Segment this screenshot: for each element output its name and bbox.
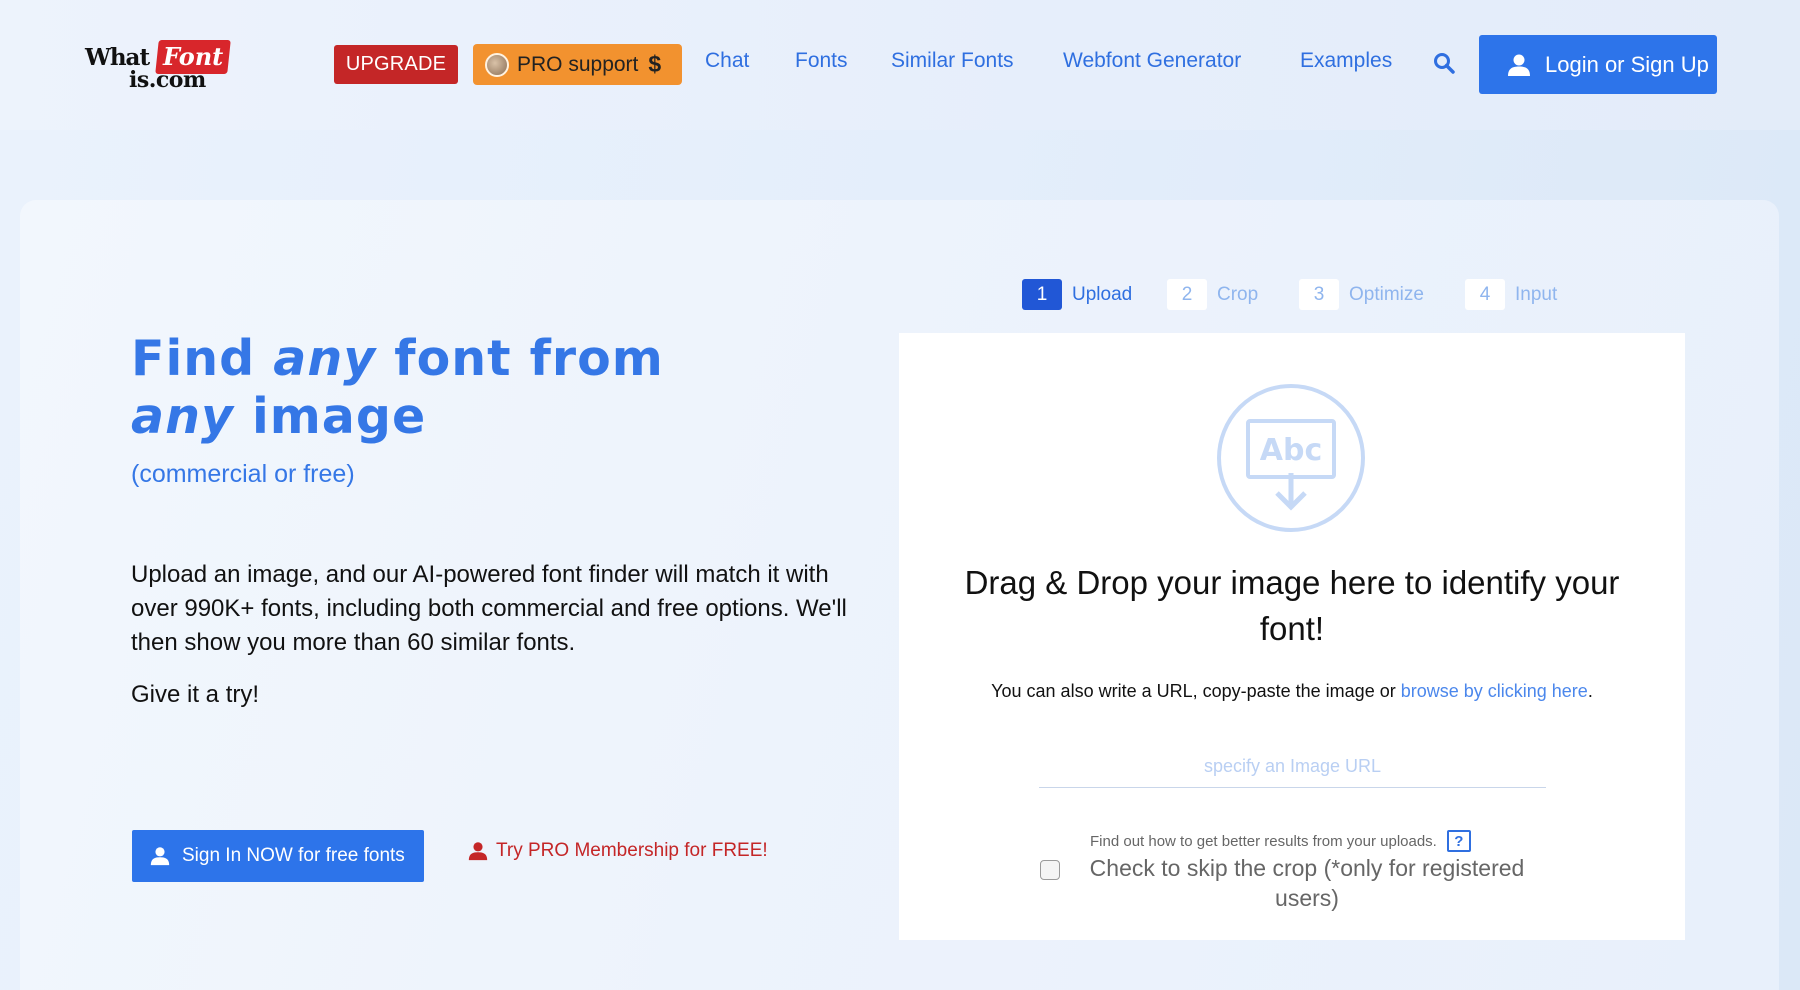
user-icon: [468, 842, 488, 861]
site-header: What Font is.com UPGRADE PRO support $ C…: [0, 0, 1800, 130]
signin-label: Sign In NOW for free fonts: [182, 845, 405, 866]
upgrade-button[interactable]: UPGRADE: [334, 45, 458, 84]
hero-description: Upload an image, and our AI-powered font…: [131, 561, 847, 656]
nav-fonts[interactable]: Fonts: [795, 49, 848, 73]
pro-support-label: PRO support: [517, 52, 639, 76]
skip-crop-checkbox[interactable]: [1040, 860, 1060, 880]
headline-part: image: [233, 388, 427, 445]
findout-text: Find out how to get better results from …: [1090, 832, 1437, 850]
search-icon[interactable]: [1433, 52, 1455, 74]
site-logo[interactable]: What Font is.com: [85, 40, 231, 94]
headline-part: font from: [376, 330, 664, 387]
hint-prefix: You can also write a URL, copy-paste the…: [991, 681, 1401, 701]
login-signup-button[interactable]: Login or Sign Up: [1479, 35, 1717, 94]
headline-emphasis: any: [273, 330, 377, 387]
hero-headline: Find any font from any image: [131, 330, 771, 446]
help-icon[interactable]: ?: [1446, 830, 1471, 852]
step-input[interactable]: 4 Input: [1465, 279, 1557, 310]
nav-similar-fonts[interactable]: Similar Fonts: [891, 49, 1014, 73]
hero-try-text: Give it a try!: [131, 681, 260, 708]
step-optimize[interactable]: 3 Optimize: [1299, 279, 1424, 310]
hint-suffix: .: [1587, 681, 1593, 701]
step-number: 4: [1465, 279, 1505, 310]
step-number: 2: [1167, 279, 1207, 310]
skip-crop-label: Check to skip the crop (*only for regist…: [1089, 855, 1525, 911]
nav-webfont-generator[interactable]: Webfont Generator: [1063, 49, 1241, 73]
findout-row: Find out how to get better results from …: [1090, 830, 1471, 852]
step-label: Upload: [1072, 283, 1133, 305]
step-crop[interactable]: 2 Crop: [1167, 279, 1258, 310]
step-label: Input: [1515, 283, 1558, 305]
step-number: 3: [1299, 279, 1339, 310]
user-icon: [1508, 54, 1530, 76]
headline-emphasis: any: [131, 388, 234, 445]
upload-icon-text: Abc: [1260, 433, 1322, 468]
signin-free-fonts-button[interactable]: Sign In NOW for free fonts: [132, 830, 424, 882]
step-label: Crop: [1217, 283, 1259, 305]
try-pro-link[interactable]: Try PRO Membership for FREE!: [468, 840, 768, 862]
nav-chat[interactable]: Chat: [705, 49, 749, 73]
hero-subtitle: (commercial or free): [131, 460, 355, 488]
logo-is-text: is.com: [129, 67, 206, 93]
support-avatar: [485, 52, 509, 77]
try-pro-label: Try PRO Membership for FREE!: [496, 840, 768, 861]
dropzone-title: Drag & Drop your image here to identify …: [964, 564, 1620, 647]
step-number: 1: [1022, 279, 1062, 310]
dollar-icon: $: [648, 51, 662, 77]
step-label: Optimize: [1349, 283, 1424, 305]
dropzone-hint: You can also write a URL, copy-paste the…: [940, 681, 1644, 702]
nav-examples[interactable]: Examples: [1300, 49, 1392, 73]
login-label: Login or Sign Up: [1545, 51, 1709, 77]
pro-support-button[interactable]: PRO support $: [473, 44, 682, 85]
headline-part: Find: [131, 330, 274, 387]
step-upload[interactable]: 1 Upload: [1022, 279, 1132, 310]
upload-image-icon: Abc: [1217, 384, 1365, 532]
user-icon: [150, 847, 170, 866]
image-url-input[interactable]: [1039, 746, 1546, 788]
browse-link[interactable]: browse by clicking here: [1401, 681, 1588, 701]
